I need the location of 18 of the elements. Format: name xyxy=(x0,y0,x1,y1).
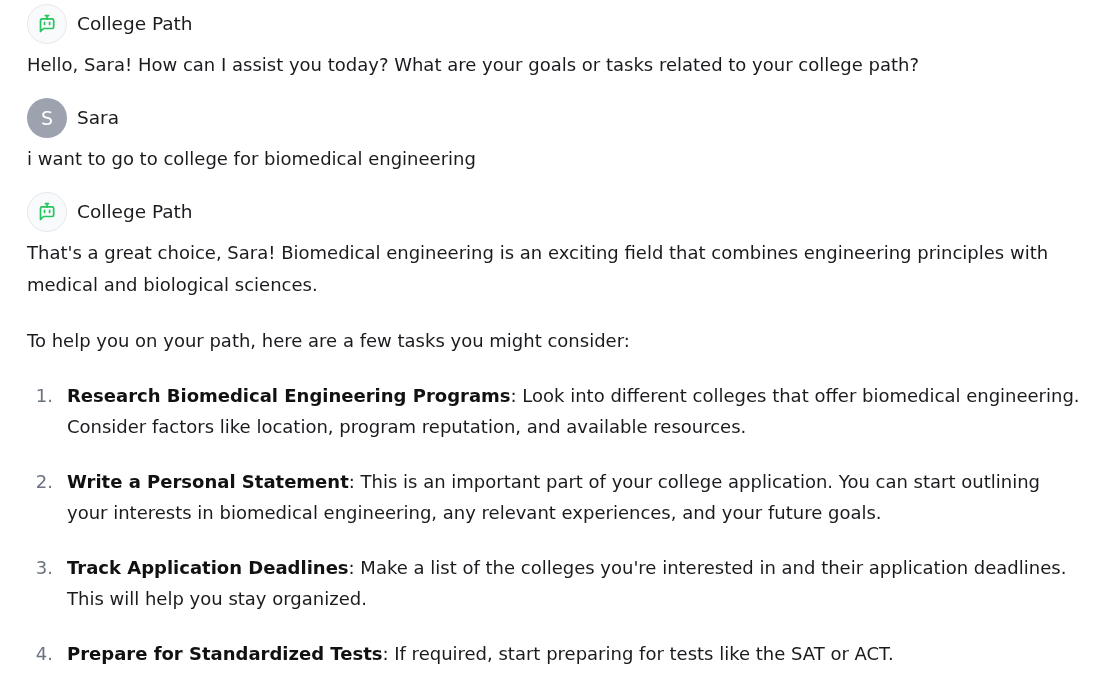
list-number: 1. xyxy=(34,384,54,408)
sender-name: Sara xyxy=(77,106,120,130)
message-text: i want to go to college for biomedical engineering xyxy=(27,147,477,171)
user-avatar: S xyxy=(27,98,67,138)
list-number: 3. xyxy=(34,556,54,580)
sender-name: College Path xyxy=(77,200,193,224)
list-number: 4. xyxy=(34,642,54,666)
robot-chat-icon xyxy=(27,192,67,232)
list-item-text: Track Application Deadlines: Make a list of the colleges you're interested in and their application deadlines. This will help you stay organized. xyxy=(67,556,1068,611)
message-text: Hello, Sara! How can I assist you today? What are your goals or tasks related to your college path? xyxy=(27,53,920,77)
message-text: To help you on your path, here are a few tasks you might consider: xyxy=(27,329,631,353)
sender-name: College Path xyxy=(77,12,193,36)
list-number: 2. xyxy=(34,470,54,494)
message-text: That's a great choice, Sara! Biomedical engineering is an exciting field that combines engineering principles with medical and biological sciences. xyxy=(27,241,1050,297)
list-item-text: Write a Personal Statement: This is an important part of your college application. You can start outlining your interests in biomedical engineering, any relevant experiences, and your future goals. xyxy=(67,470,1041,525)
list-item-text: Research Biomedical Engineering Programs: Look into different colleges that offer biomedical engineering. Consider factors like location, program reputation, and available resources. xyxy=(67,384,1081,439)
list-item-text: Prepare for Standardized Tests: If required, start preparing for tests like the SAT or ACT. xyxy=(67,642,895,666)
robot-chat-icon xyxy=(27,4,67,44)
